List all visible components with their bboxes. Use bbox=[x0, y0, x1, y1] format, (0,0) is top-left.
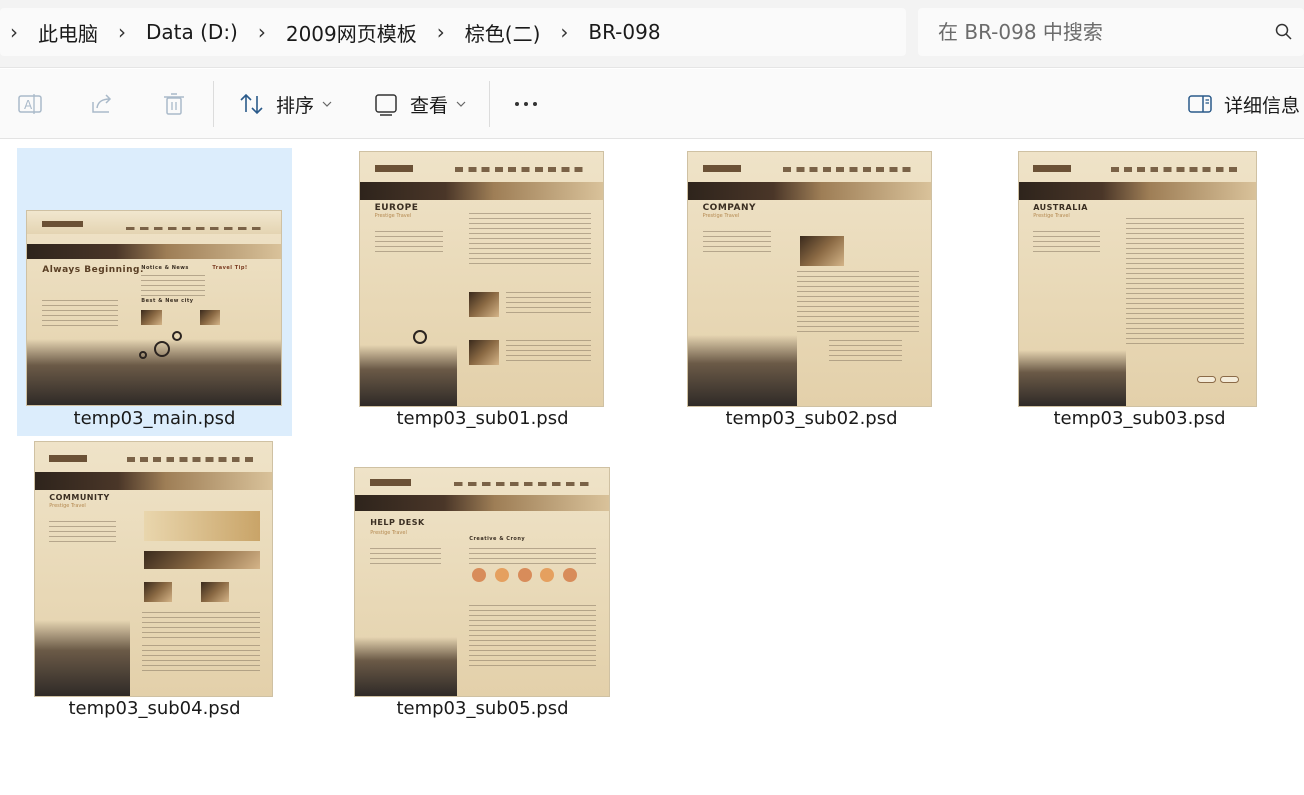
file-item[interactable]: COMPANY Prestige Travel temp03_sub02.psd bbox=[674, 148, 949, 436]
file-thumbnail: COMPANY Prestige Travel bbox=[687, 151, 932, 407]
view-button[interactable]: 查看 bbox=[372, 87, 466, 121]
thumb-heading: Always Beginning. bbox=[42, 265, 144, 276]
rename-button[interactable]: A bbox=[16, 87, 44, 121]
chevron-right-icon[interactable]: › bbox=[108, 20, 136, 44]
svg-text:A: A bbox=[24, 98, 33, 112]
details-pane-button[interactable]: 详细信息 bbox=[1186, 87, 1300, 121]
thumb-tagline: Prestige Travel bbox=[49, 502, 86, 509]
thumb-travel-heading: Travel Tip! bbox=[212, 265, 248, 272]
rename-icon: A bbox=[18, 94, 42, 114]
thumb-creative-heading: Creative & Crony bbox=[469, 536, 526, 543]
thumb-heading: COMMUNITY bbox=[49, 492, 110, 502]
chevron-down-icon bbox=[322, 101, 332, 107]
chevron-right-icon[interactable]: › bbox=[427, 20, 455, 44]
file-thumbnail: Always Beginning. Notice & News Travel T… bbox=[26, 210, 282, 406]
breadcrumb-item-this-pc[interactable]: 此电脑 bbox=[28, 18, 108, 47]
file-item[interactable]: Always Beginning. Notice & News Travel T… bbox=[17, 148, 292, 436]
details-pane-icon bbox=[1188, 95, 1212, 113]
breadcrumb[interactable]: › 此电脑 › Data (D:) › 2009网页模板 › 棕色(二) › B… bbox=[0, 8, 906, 56]
view-label: 查看 bbox=[410, 94, 449, 117]
more-icon bbox=[515, 102, 537, 106]
file-grid: Always Beginning. Notice & News Travel T… bbox=[0, 140, 1304, 795]
thumb-heading: HELP DESK bbox=[370, 518, 425, 528]
breadcrumb-item-current[interactable]: BR-098 bbox=[578, 20, 670, 44]
file-item[interactable]: COMMUNITY Prestige Travel temp03_sub04.p… bbox=[17, 440, 292, 725]
address-bar-region: › 此电脑 › Data (D:) › 2009网页模板 › 棕色(二) › B… bbox=[0, 0, 1304, 68]
file-name[interactable]: temp03_sub05.psd bbox=[345, 698, 620, 719]
trash-icon bbox=[164, 93, 184, 115]
file-item[interactable]: AUSTRALIA Prestige Travel temp03_sub03.p… bbox=[1002, 148, 1277, 436]
breadcrumb-item-brown[interactable]: 棕色(二) bbox=[455, 18, 551, 47]
thumb-heading: COMPANY bbox=[702, 202, 757, 213]
details-label: 详细信息 bbox=[1224, 94, 1301, 117]
more-options-button[interactable] bbox=[512, 87, 540, 121]
thumb-tagline: Prestige Travel bbox=[370, 529, 407, 536]
file-name[interactable]: temp03_sub01.psd bbox=[345, 408, 620, 429]
file-thumbnail: AUSTRALIA Prestige Travel bbox=[1018, 151, 1257, 407]
chevron-right-icon[interactable]: › bbox=[248, 20, 276, 44]
file-thumbnail: EUROPE Prestige Travel bbox=[359, 151, 604, 407]
breadcrumb-item-templates[interactable]: 2009网页模板 bbox=[276, 18, 427, 47]
thumb-notice-heading: Notice & News bbox=[141, 265, 189, 272]
file-name[interactable]: temp03_sub02.psd bbox=[674, 408, 949, 429]
view-icon bbox=[375, 94, 397, 116]
thumb-tagline: Prestige Travel bbox=[702, 212, 740, 219]
file-item[interactable]: HELP DESK Prestige Travel Creative & Cro… bbox=[345, 440, 620, 725]
thumb-best-heading: Best & New city bbox=[141, 298, 194, 305]
file-item[interactable]: EUROPE Prestige Travel temp03_sub01.psd bbox=[345, 148, 620, 436]
sort-icon bbox=[240, 93, 263, 115]
search-icon[interactable] bbox=[1274, 22, 1294, 42]
thumb-heading: EUROPE bbox=[374, 202, 419, 213]
file-name[interactable]: temp03_main.psd bbox=[17, 408, 292, 429]
share-icon bbox=[92, 94, 112, 113]
file-thumbnail: HELP DESK Prestige Travel Creative & Cro… bbox=[354, 467, 610, 697]
file-thumbnail: COMMUNITY Prestige Travel bbox=[34, 441, 273, 697]
thumb-heading: AUSTRALIA bbox=[1033, 202, 1088, 212]
search-input[interactable] bbox=[938, 20, 1258, 44]
chevron-down-icon bbox=[456, 101, 466, 107]
share-button[interactable] bbox=[88, 87, 116, 121]
chevron-right-icon[interactable]: › bbox=[550, 20, 578, 44]
chevron-right-icon[interactable]: › bbox=[0, 20, 28, 44]
breadcrumb-item-data-drive[interactable]: Data (D:) bbox=[136, 20, 248, 44]
toolbar-divider bbox=[489, 81, 490, 127]
file-name[interactable]: temp03_sub04.psd bbox=[17, 698, 292, 719]
sort-label: 排序 bbox=[276, 94, 315, 117]
delete-button[interactable] bbox=[160, 87, 188, 121]
thumb-tagline: Prestige Travel bbox=[1033, 212, 1070, 219]
toolbar-divider bbox=[213, 81, 214, 127]
search-box[interactable] bbox=[918, 8, 1304, 56]
command-bar: A 排序 查看 详细信息 bbox=[0, 69, 1304, 139]
file-name[interactable]: temp03_sub03.psd bbox=[1002, 408, 1277, 429]
sort-button[interactable]: 排序 bbox=[238, 87, 332, 121]
thumb-tagline: Prestige Travel bbox=[374, 212, 412, 219]
